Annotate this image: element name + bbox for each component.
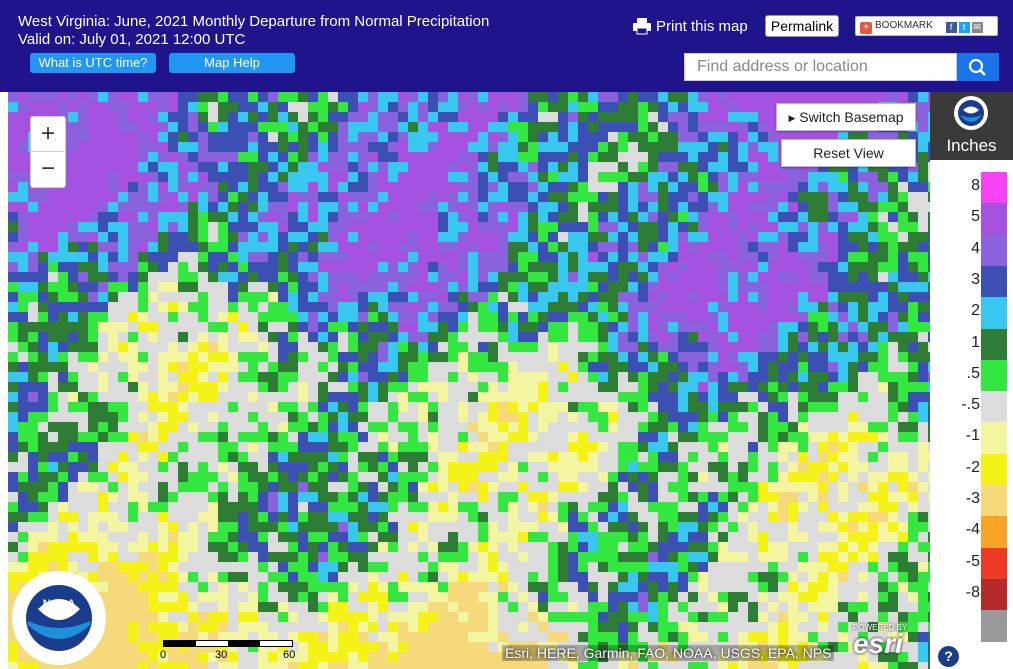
- search-icon: [968, 58, 986, 76]
- legend-swatch: [981, 297, 1007, 329]
- map-help-button[interactable]: Map Help: [169, 53, 295, 73]
- legend-label: 5: [971, 208, 980, 226]
- email-icon[interactable]: ✉: [971, 22, 983, 33]
- esri-logo: POWERED BY esri: [853, 623, 907, 659]
- legend-label: -1: [965, 427, 980, 445]
- print-label: Print this map: [656, 18, 748, 35]
- legend-swatch: [981, 172, 1007, 204]
- search-input[interactable]: Find address or location: [684, 53, 957, 81]
- legend-swatch: [981, 265, 1007, 298]
- search-button[interactable]: [957, 53, 999, 81]
- legend-swatch: [981, 453, 1007, 486]
- reset-view-button[interactable]: Reset View: [781, 139, 916, 167]
- header-bar: West Virginia: June, 2021 Monthly Depart…: [0, 0, 1013, 92]
- scale-label-0: 0: [160, 649, 167, 661]
- map-title: West Virginia: June, 2021 Monthly Depart…: [18, 13, 490, 30]
- legend-swatch: [981, 516, 1007, 549]
- help-icon[interactable]: ?: [938, 646, 959, 667]
- legend-swatch: [981, 610, 1007, 642]
- legend-label: -.5: [961, 396, 980, 414]
- legend-label: 1: [971, 333, 980, 351]
- scale-label-60: 60: [283, 649, 296, 661]
- legend-label: -5: [965, 552, 980, 570]
- scale-bar: 0 30 60: [160, 640, 295, 661]
- noaa-small-logo: [954, 96, 988, 130]
- printer-icon: [633, 18, 651, 35]
- permalink-button[interactable]: Permalink: [765, 15, 839, 37]
- legend-label: -3: [965, 490, 980, 507]
- legend-label: 3: [971, 270, 980, 288]
- map-attribution: Esri, HERE, Garmin, FAO, NOAA, USGS, EPA…: [502, 645, 835, 661]
- zoom-in-button[interactable]: +: [31, 117, 65, 152]
- esri-name: esri: [853, 628, 903, 659]
- zoom-control: + −: [30, 116, 66, 188]
- legend-label: -4: [965, 521, 980, 539]
- legend-panel: Inches 8 5 4 3 2 1 .5 -.5 -1 -2 -3 -4 -5 -8: [930, 92, 1013, 669]
- legend-label: 8: [971, 177, 980, 194]
- triangle-right-icon: ▶: [788, 113, 796, 123]
- legend-swatch: [981, 234, 1007, 267]
- facebook-icon[interactable]: f: [945, 22, 957, 33]
- legend-label: .5: [966, 364, 980, 382]
- switch-basemap-label: Switch Basemap: [799, 109, 904, 125]
- valid-date: Valid on: July 01, 2021 12:00 UTC: [18, 31, 246, 48]
- precipitation-map[interactable]: [8, 92, 930, 669]
- legend-swatch: [981, 359, 1007, 392]
- precipitation-raster: [8, 92, 930, 669]
- legend-swatch: [981, 391, 1007, 423]
- twitter-icon[interactable]: t: [958, 22, 970, 33]
- utc-time-button[interactable]: What is UTC time?: [30, 53, 156, 73]
- legend-swatch: [981, 422, 1007, 455]
- bookmark-plus-icon: +: [860, 22, 872, 34]
- legend-swatch: [981, 203, 1007, 236]
- legend-swatch: [981, 547, 1007, 580]
- switch-basemap-button[interactable]: ▶ Switch Basemap: [776, 103, 916, 131]
- zoom-out-button[interactable]: −: [31, 152, 65, 187]
- bookmark-label: BOOKMARK: [875, 20, 933, 31]
- legend-label: 2: [971, 302, 980, 320]
- legend-label: 4: [971, 239, 980, 257]
- legend-swatch: [981, 328, 1007, 361]
- legend-label: -2: [965, 458, 980, 476]
- noaa-logo: NOAA: [12, 571, 106, 665]
- noaa-logo-text: NOAA: [43, 598, 75, 610]
- scale-label-30: 30: [215, 649, 228, 661]
- legend-label: -8: [965, 583, 980, 601]
- legend-unit: Inches: [946, 136, 997, 155]
- legend-header: Inches: [930, 92, 1013, 160]
- bookmark-button[interactable]: + BOOKMARK f t ✉: [855, 16, 998, 36]
- print-map-button[interactable]: Print this map: [632, 17, 748, 35]
- legend-swatch: [981, 578, 1007, 611]
- legend-swatch: [981, 485, 1007, 517]
